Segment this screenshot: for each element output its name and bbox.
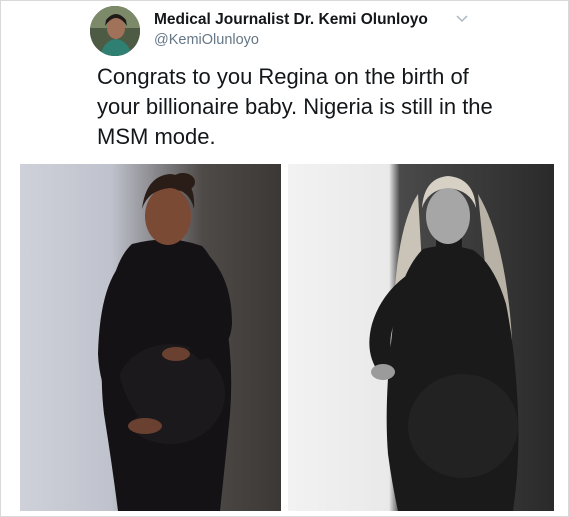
avatar[interactable] (90, 6, 140, 56)
tweet-photo-right[interactable] (288, 164, 554, 511)
profile-photo-icon (90, 6, 140, 56)
tweet-text: Congrats to you Regina on the birth of y… (97, 64, 493, 149)
author-handle[interactable]: @KemiOlunloyo (154, 32, 259, 48)
author-name[interactable]: Medical Journalist Dr. Kemi Olunloyo (154, 11, 428, 29)
tweet-photo-left[interactable] (20, 164, 281, 511)
chevron-down-icon[interactable] (454, 12, 470, 26)
